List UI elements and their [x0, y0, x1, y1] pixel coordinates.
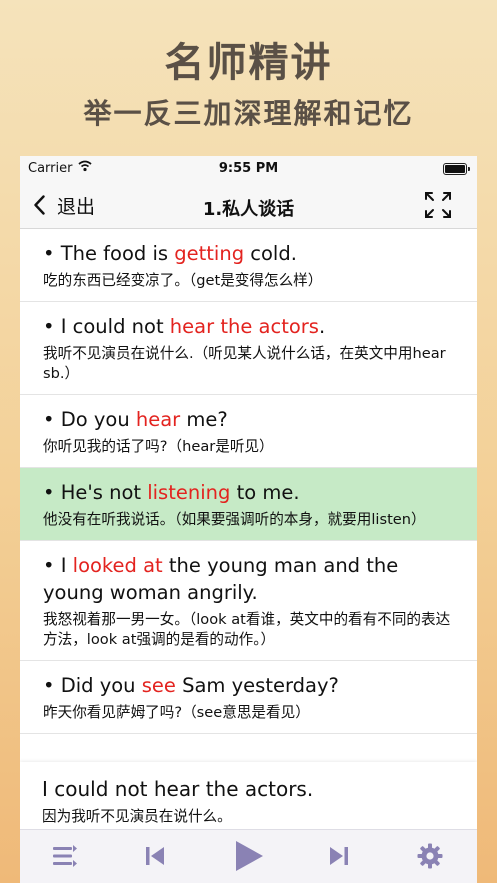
- back-label: 退出: [57, 195, 96, 218]
- back-button[interactable]: 退出: [34, 192, 95, 218]
- play-icon[interactable]: [232, 839, 266, 873]
- sentence-chinese: 昨天你看见萨姆了吗?（see意思是看见）: [43, 704, 310, 721]
- promo-title: 名师精讲: [164, 40, 333, 86]
- highlighted-phrase: hear: [135, 408, 181, 431]
- sentence-english: • I could not hear the actors.: [43, 313, 453, 340]
- sentence-chinese: 吃的东西已经变凉了。（get是变得怎么样）: [43, 272, 323, 289]
- sentence-row[interactable]: • Do you hear me? 你听见我的话了吗?（hear是听见）: [20, 395, 477, 468]
- sentence-text: • He's not: [43, 481, 148, 504]
- sentence-english: • I looked at the young man and the youn…: [43, 552, 453, 606]
- now-playing-chinese: 因为我听不见演员在说什么。: [42, 808, 232, 825]
- sentence-row[interactable]: • I looked at the young man and the youn…: [20, 541, 477, 661]
- sentence-text: • I: [43, 554, 73, 577]
- status-time: 9:55 PM: [218, 161, 279, 176]
- sentence-row[interactable]: • He's not listening to me. 他没有在听我说话。（如果要…: [20, 468, 477, 541]
- battery-icon: [443, 163, 470, 175]
- navigation-bar: 退出 1.私人谈话: [20, 182, 477, 229]
- sentence-chinese: 我听不见演员在说什么.（听见某人说什么话，在英文中用hear sb.）: [43, 345, 446, 382]
- sentence-list: • The food is getting cold. 吃的东西已经变凉了。（ge…: [20, 229, 477, 734]
- sentence-english: • Did you see Sam yesterday?: [43, 672, 453, 699]
- sentence-text: me?: [180, 408, 228, 431]
- promo-subtitle: 举一反三加深理解和记忆: [83, 97, 414, 130]
- playback-toolbar: [20, 829, 477, 883]
- sentence-text: • Did you: [43, 674, 142, 697]
- status-bar: Carrier 9:55 PM: [20, 156, 477, 182]
- sentence-text: • The food is: [43, 242, 175, 265]
- sentence-text: to me.: [230, 481, 300, 504]
- sentence-english: • The food is getting cold.: [43, 240, 453, 267]
- highlighted-phrase: getting: [174, 242, 245, 265]
- sentence-english: • He's not listening to me.: [43, 479, 453, 506]
- sentence-chinese: 他没有在听我说话。（如果要强调听的本身，就要用listen）: [43, 511, 426, 528]
- chevron-left-icon: [34, 195, 45, 215]
- highlighted-phrase: hear the actors: [169, 315, 319, 338]
- next-icon[interactable]: [328, 843, 350, 869]
- now-playing-english: I could not hear the actors.: [42, 777, 314, 801]
- sentence-text: • Do you: [43, 408, 136, 431]
- sentence-chinese: 你听见我的话了吗?（hear是听见）: [43, 438, 274, 455]
- sentence-english: • Do you hear me?: [43, 406, 453, 433]
- highlighted-phrase: listening: [147, 481, 231, 504]
- now-playing-panel: I could not hear the actors. 因为我听不见演员在说什…: [20, 762, 477, 834]
- highlighted-phrase: looked at: [72, 554, 163, 577]
- sentence-text: .: [318, 315, 326, 338]
- sentence-row[interactable]: • I could not hear the actors. 我听不见演员在说什么…: [20, 302, 477, 395]
- phone-screen: Carrier 9:55 PM 退出 1.私人谈话 • The food is …: [20, 156, 477, 883]
- expand-icon[interactable]: [423, 190, 453, 220]
- sentence-chinese: 我怒视着那一男一女。（look at看谁，英文中的看有不同的表达方法，look …: [43, 611, 451, 648]
- sentence-text: Sam yesterday?: [175, 674, 339, 697]
- sentence-row[interactable]: • Did you see Sam yesterday? 昨天你看见萨姆了吗?（s…: [20, 661, 477, 734]
- highlighted-phrase: see: [141, 674, 176, 697]
- sentence-row[interactable]: • The food is getting cold. 吃的东西已经变凉了。（ge…: [20, 229, 477, 302]
- list-icon[interactable]: [52, 843, 78, 869]
- sentence-text: cold.: [244, 242, 297, 265]
- sentence-text: • I could not: [43, 315, 170, 338]
- previous-icon[interactable]: [144, 843, 166, 869]
- settings-icon[interactable]: [417, 843, 443, 869]
